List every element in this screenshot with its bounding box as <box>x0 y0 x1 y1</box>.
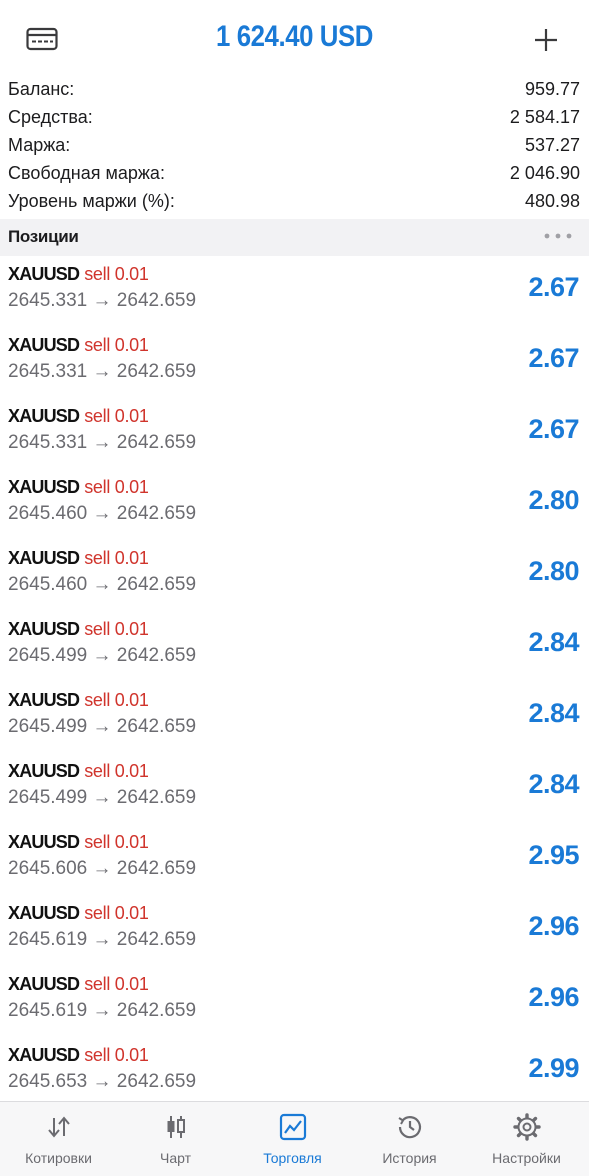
section-title: Позиции <box>8 227 79 246</box>
summary-row-equity: Средства: 2 584.17 <box>8 103 580 131</box>
position-profit: 2.95 <box>528 840 579 870</box>
position-prices: 2645.653 → 2642.659 <box>8 1071 197 1092</box>
position-prices: 2645.331 → 2642.659 <box>8 290 197 311</box>
candlestick-chart-icon <box>117 1112 234 1142</box>
position-direction: sell 0.01 <box>84 1045 149 1065</box>
position-profit: 2.84 <box>528 698 579 728</box>
position-symbol: XAUUSD <box>8 619 80 639</box>
summary-label: Маржа: <box>8 134 71 155</box>
position-symbol: XAUUSD <box>8 761 80 781</box>
position-row[interactable]: XAUUSD sell 0.01 2645.619 → 2642.659 2.9… <box>0 966 589 1037</box>
position-prices: 2645.619 → 2642.659 <box>8 1000 197 1021</box>
summary-row-margin: Маржа: 537.27 <box>8 131 580 159</box>
position-profit: 2.80 <box>528 556 579 586</box>
summary-row-free-margin: Свободная маржа: 2 046.90 <box>8 159 580 187</box>
summary-row-balance: Баланс: 959.77 <box>8 75 580 103</box>
summary-label: Баланс: <box>8 78 75 99</box>
position-prices: 2645.499 → 2642.659 <box>8 645 197 666</box>
position-direction: sell 0.01 <box>84 974 149 994</box>
tab-trade[interactable]: Торговля <box>234 1102 351 1176</box>
app-header: 1 624.40 USD <box>0 0 589 76</box>
summary-value: 959.77 <box>524 78 580 99</box>
position-direction: sell 0.01 <box>84 832 149 852</box>
summary-value: 537.27 <box>524 134 580 155</box>
tab-quotes[interactable]: Котировки <box>0 1102 117 1176</box>
position-symbol: XAUUSD <box>8 406 80 426</box>
position-row[interactable]: XAUUSD sell 0.01 2645.499 → 2642.659 2.8… <box>0 611 589 682</box>
summary-label: Средства: <box>8 106 93 127</box>
position-prices: 2645.606 → 2642.659 <box>8 858 197 879</box>
position-prices: 2645.460 → 2642.659 <box>8 503 197 524</box>
position-symbol: XAUUSD <box>8 903 80 923</box>
tab-history[interactable]: История <box>351 1102 468 1176</box>
summary-row-margin-level: Уровень маржи (%): 480.98 <box>8 187 580 215</box>
positions-list: XAUUSD sell 0.01 2645.331 → 2642.659 2.6… <box>0 256 589 1108</box>
position-symbol: XAUUSD <box>8 264 80 284</box>
position-symbol: XAUUSD <box>8 832 80 852</box>
account-summary: Баланс: 959.77 Средства: 2 584.17 Маржа:… <box>8 75 580 215</box>
summary-label: Свободная маржа: <box>8 162 165 183</box>
summary-label: Уровень маржи (%): <box>8 190 175 211</box>
more-dots-icon[interactable] <box>540 225 576 247</box>
position-row[interactable]: XAUUSD sell 0.01 2645.460 → 2642.659 2.8… <box>0 469 589 540</box>
history-clock-icon <box>351 1112 468 1142</box>
position-direction: sell 0.01 <box>84 477 149 497</box>
position-direction: sell 0.01 <box>84 690 149 710</box>
tab-label: Котировки <box>25 1150 92 1166</box>
tab-settings[interactable]: Настройки <box>468 1102 585 1176</box>
bottom-tab-bar: Котировки Чарт Торговля История Настройк… <box>0 1101 589 1176</box>
position-direction: sell 0.01 <box>84 548 149 568</box>
position-prices: 2645.460 → 2642.659 <box>8 574 197 595</box>
position-symbol: XAUUSD <box>8 1045 80 1065</box>
position-profit: 2.84 <box>528 627 579 657</box>
position-profit: 2.84 <box>528 769 579 799</box>
position-symbol: XAUUSD <box>8 548 80 568</box>
summary-value: 2 584.17 <box>509 106 580 127</box>
tab-label: История <box>382 1150 437 1166</box>
position-prices: 2645.331 → 2642.659 <box>8 432 197 453</box>
position-symbol: XAUUSD <box>8 974 80 994</box>
position-direction: sell 0.01 <box>84 619 149 639</box>
position-profit: 2.96 <box>528 982 579 1012</box>
position-row[interactable]: XAUUSD sell 0.01 2645.499 → 2642.659 2.8… <box>0 682 589 753</box>
position-symbol: XAUUSD <box>8 477 80 497</box>
position-row[interactable]: XAUUSD sell 0.01 2645.606 → 2642.659 2.9… <box>0 824 589 895</box>
position-profit: 2.67 <box>528 343 579 373</box>
position-row[interactable]: XAUUSD sell 0.01 2645.499 → 2642.659 2.8… <box>0 753 589 824</box>
position-prices: 2645.499 → 2642.659 <box>8 787 197 808</box>
position-row[interactable]: XAUUSD sell 0.01 2645.619 → 2642.659 2.9… <box>0 895 589 966</box>
position-row[interactable]: XAUUSD sell 0.01 2645.460 → 2642.659 2.8… <box>0 540 589 611</box>
trade-chart-icon <box>234 1112 351 1142</box>
position-profit: 2.99 <box>528 1053 579 1083</box>
position-row[interactable]: XAUUSD sell 0.01 2645.653 → 2642.659 2.9… <box>0 1037 589 1108</box>
position-symbol: XAUUSD <box>8 335 80 355</box>
settings-gear-icon <box>468 1112 585 1142</box>
position-symbol: XAUUSD <box>8 690 80 710</box>
position-direction: sell 0.01 <box>84 903 149 923</box>
position-direction: sell 0.01 <box>84 335 149 355</box>
position-profit: 2.67 <box>528 414 579 444</box>
tab-label: Настройки <box>492 1150 561 1166</box>
position-profit: 2.67 <box>528 272 579 302</box>
tab-label: Торговля <box>263 1150 322 1166</box>
tab-chart[interactable]: Чарт <box>117 1102 234 1176</box>
position-prices: 2645.619 → 2642.659 <box>8 929 197 950</box>
position-profit: 2.80 <box>528 485 579 515</box>
position-prices: 2645.331 → 2642.659 <box>8 361 197 382</box>
position-row[interactable]: XAUUSD sell 0.01 2645.331 → 2642.659 2.6… <box>0 398 589 469</box>
position-direction: sell 0.01 <box>84 264 149 284</box>
summary-value: 2 046.90 <box>509 162 580 183</box>
position-direction: sell 0.01 <box>84 761 149 781</box>
account-equity-title[interactable]: 1 624.40 USD <box>41 20 548 54</box>
summary-value: 480.98 <box>524 190 580 211</box>
tab-label: Чарт <box>159 1150 191 1166</box>
position-prices: 2645.499 → 2642.659 <box>8 716 197 737</box>
position-direction: sell 0.01 <box>84 406 149 426</box>
positions-section-header: Позиции <box>0 219 589 256</box>
position-row[interactable]: XAUUSD sell 0.01 2645.331 → 2642.659 2.6… <box>0 327 589 398</box>
quotes-arrows-icon <box>0 1112 117 1142</box>
position-row[interactable]: XAUUSD sell 0.01 2645.331 → 2642.659 2.6… <box>0 256 589 327</box>
plus-icon[interactable] <box>526 20 566 60</box>
position-profit: 2.96 <box>528 911 579 941</box>
